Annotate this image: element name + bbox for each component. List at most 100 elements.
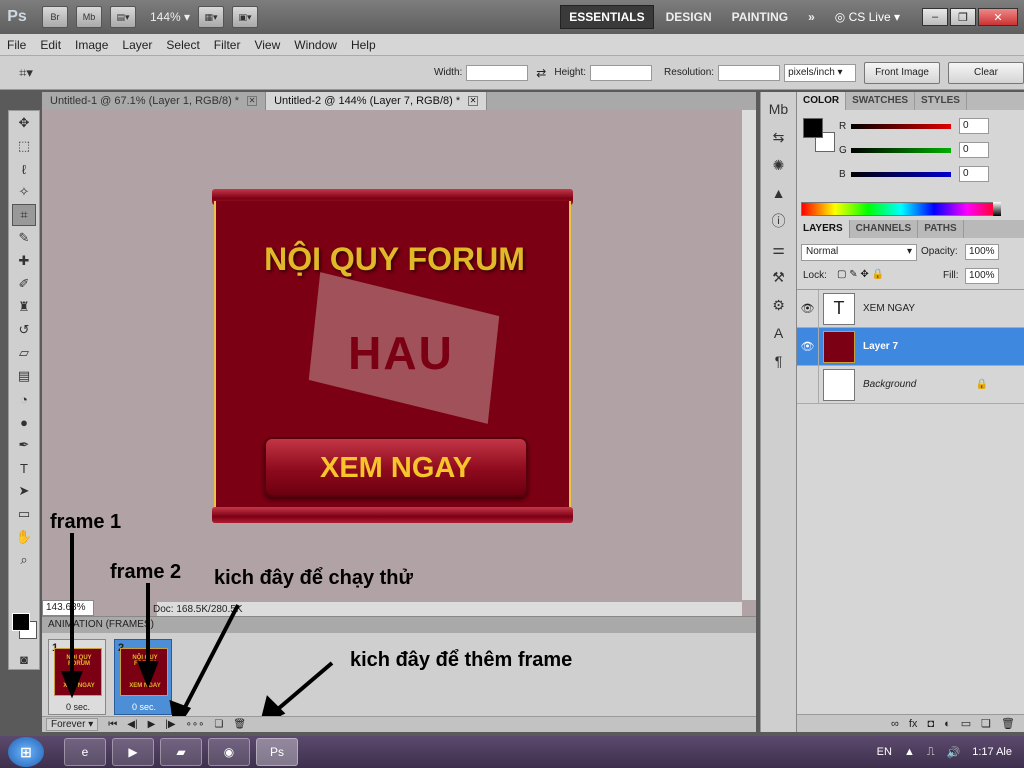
info-icon[interactable]: ⓘ [767,210,791,232]
close-icon[interactable]: ✕ [247,96,258,106]
blend-mode-select[interactable]: Normal ▾ [801,244,917,261]
menu-select[interactable]: Select [159,38,206,52]
red-value-field[interactable]: 0 [959,118,989,134]
network-icon[interactable]: ⎍ [927,746,935,759]
clone-source-icon[interactable]: ⚙ [767,294,791,316]
layer-row-xem-ngay[interactable]: 👁 T XEM NGAY [797,290,1024,328]
clock[interactable]: 1:17 Ale [972,746,1012,758]
red-slider[interactable] [851,123,951,129]
tab-layers[interactable]: LAYERS [797,220,850,238]
adjustment-layer-icon[interactable]: ◐ [944,718,951,730]
close-icon[interactable]: ✕ [468,96,479,106]
eraser-tool-icon[interactable]: ▱ [12,342,36,364]
link-layers-icon[interactable]: ∞ [891,718,899,730]
lasso-tool-icon[interactable]: ℓ [12,158,36,180]
view-extras-button[interactable]: ▤▾ [110,6,136,28]
tab-styles[interactable]: STYLES [915,92,967,110]
tray-expand-icon[interactable]: ▲ [904,746,915,758]
move-tool-icon[interactable]: ✥ [12,112,36,134]
previous-frame-icon[interactable]: ◀| [127,719,137,730]
zoom-level-select[interactable]: 144% ▾ [150,10,190,24]
paragraph-icon[interactable]: ¶ [767,350,791,372]
marquee-tool-icon[interactable]: ⬚ [12,135,36,157]
pen-tool-icon[interactable]: ✒ [12,434,36,456]
navigator-icon[interactable]: ✺ [767,154,791,176]
eye-icon[interactable] [797,366,819,403]
green-slider[interactable] [851,147,951,153]
menu-edit[interactable]: Edit [33,38,68,52]
start-button[interactable]: ⊞ [8,737,44,767]
screen-mode-button[interactable]: ▣▾ [232,6,259,28]
path-selection-tool-icon[interactable]: ➤ [12,480,36,502]
clear-button[interactable]: Clear [948,61,1024,84]
restore-button[interactable]: ❐ [950,8,976,26]
layer-style-icon[interactable]: fx [909,718,918,730]
clone-stamp-tool-icon[interactable]: ♜ [12,296,36,318]
workspace-design[interactable]: DESIGN [658,6,720,28]
shape-tool-icon[interactable]: ▭ [12,503,36,525]
hand-tool-icon[interactable]: ✋ [12,526,36,548]
black-white-ramp[interactable] [993,202,1001,216]
menu-help[interactable]: Help [344,38,383,52]
arrange-documents-button[interactable]: ▦▾ [198,6,225,28]
doc-tab-untitled-2[interactable]: Untitled-2 @ 144% (Layer 7, RGB/8) * ✕ [266,92,488,110]
loop-options-select[interactable]: Forever ▾ [46,718,99,731]
volume-icon[interactable]: 🔊 [947,746,961,759]
resolution-field[interactable] [718,64,781,81]
gradient-tool-icon[interactable]: ▤ [12,365,36,387]
vertical-scrollbar[interactable] [742,110,756,600]
swap-dimensions-icon[interactable]: ⇄ [536,66,546,80]
doc-tab-untitled-1[interactable]: Untitled-1 @ 67.1% (Layer 1, RGB/8) * ✕ [42,92,267,110]
minibridge-button[interactable]: Mb [76,6,102,28]
layer-row-layer-7[interactable]: 👁 Layer 7 [797,328,1024,366]
height-field[interactable] [590,64,653,81]
healing-brush-tool-icon[interactable]: ✚ [12,250,36,272]
chrome-icon[interactable]: ◉ [208,738,250,766]
layer-mask-icon[interactable]: ◘ [927,718,934,730]
crop-tool-preset-icon[interactable]: ⌗▾ [14,62,38,84]
new-group-icon[interactable]: ▭ [961,717,971,730]
fill-field[interactable]: 100% [965,268,999,284]
minibridge-icon[interactable]: Mb [767,98,791,120]
cs-live-button[interactable]: ◎ CS Live ▾ [835,10,900,24]
crop-tool-icon[interactable]: ⌗ [12,204,36,226]
menu-view[interactable]: View [247,38,287,52]
menu-window[interactable]: Window [287,38,344,52]
workspace-painting[interactable]: PAINTING [724,6,796,28]
minimize-button[interactable]: – [922,8,948,26]
delete-layer-icon[interactable]: 🗑 [1001,717,1015,730]
blue-value-field[interactable]: 0 [959,166,989,182]
front-image-button[interactable]: Front Image [864,61,940,84]
menu-filter[interactable]: Filter [207,38,248,52]
eye-icon[interactable]: 👁 [797,290,819,327]
new-layer-icon[interactable]: ❏ [981,717,991,730]
tab-paths[interactable]: PATHS [918,220,964,238]
history-brush-tool-icon[interactable]: ↺ [12,319,36,341]
photoshop-taskbar-icon[interactable]: Ps [256,738,298,766]
bridge-button[interactable]: Br [42,6,68,28]
close-button[interactable]: ✕ [978,8,1018,26]
dodge-tool-icon[interactable]: ● [12,411,36,433]
tab-channels[interactable]: CHANNELS [850,220,919,238]
duplicate-frame-icon[interactable]: ❏ [214,719,223,730]
adjustments-icon[interactable]: ⚌ [767,238,791,260]
green-value-field[interactable]: 0 [959,142,989,158]
brush-tool-icon[interactable]: ✐ [12,273,36,295]
first-frame-icon[interactable]: ⏮ [108,719,117,730]
blur-tool-icon[interactable]: ◔ [12,388,36,410]
next-frame-icon[interactable]: |▶ [165,719,175,730]
play-icon[interactable]: ▶ [148,719,156,730]
file-explorer-icon[interactable]: ▰ [160,738,202,766]
media-player-icon[interactable]: ▶ [112,738,154,766]
language-indicator[interactable]: EN [877,746,892,758]
foreground-color-swatch[interactable] [12,613,30,631]
zoom-tool-icon[interactable]: ⌕ [12,549,36,571]
brush-presets-icon[interactable]: ⚒ [767,266,791,288]
color-spectrum-ramp[interactable] [801,202,1001,216]
menu-layer[interactable]: Layer [115,38,159,52]
menu-file[interactable]: File [0,38,33,52]
histogram-icon[interactable]: ▲ [767,182,791,204]
character-icon[interactable]: A [767,322,791,344]
tween-icon[interactable]: ∘∘∘ [186,719,205,730]
workspace-essentials[interactable]: ESSENTIALS [560,5,654,29]
